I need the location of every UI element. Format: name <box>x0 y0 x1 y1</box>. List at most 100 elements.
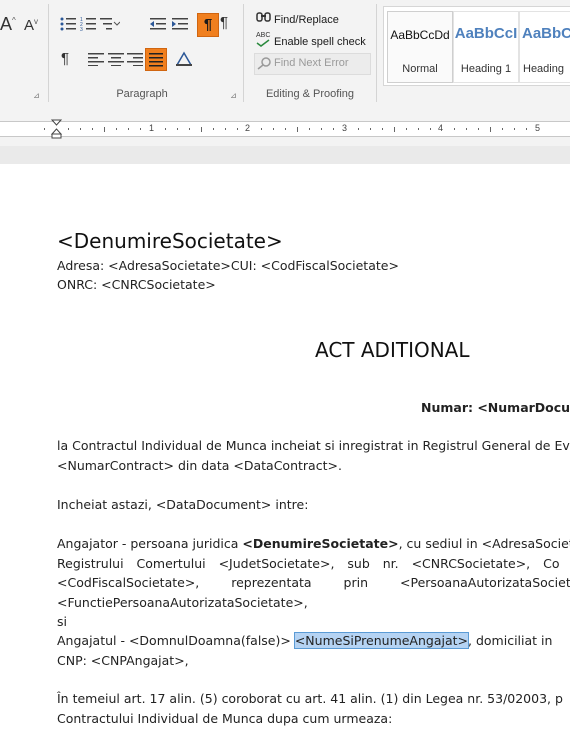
show-formatting-marks-button[interactable]: ¶ <box>197 13 219 37</box>
ruler-tick <box>490 126 492 132</box>
spell-check-icon[interactable]: ABC <box>256 32 270 47</box>
selected-employee-name[interactable]: <NumeSiPrenumeAngajat> <box>293 632 470 649</box>
style-sample: AaBbCcDd <box>390 28 450 42</box>
justify-button[interactable] <box>145 48 167 71</box>
numbering-icon[interactable]: 123 <box>80 16 96 32</box>
page-gap <box>0 146 570 165</box>
ruler-tick <box>140 128 142 130</box>
ruler-tick <box>454 128 456 130</box>
document-number: Numar: <NumarDocume <box>421 400 570 415</box>
align-right-icon[interactable] <box>127 52 143 66</box>
ruler-tick <box>357 128 359 130</box>
ruler-tick <box>236 128 238 130</box>
style-name: Heading 1 <box>460 63 512 75</box>
font-dialog-launcher-icon[interactable]: ⊿ <box>32 91 41 100</box>
paragraph-line: În temeiul art. 17 alin. (5) coroborat c… <box>57 691 563 706</box>
paragraph-line: <FunctiePersoanaAutorizataSocietate>, <box>57 595 308 610</box>
ruler-tick <box>164 128 166 130</box>
paragraph-line: Contractului Individual de Munca dupa cu… <box>57 711 393 726</box>
ruler-tick <box>104 126 106 132</box>
ruler-track: 1 2 3 4 5 <box>0 121 570 137</box>
ruler-tick <box>92 128 94 130</box>
pilcrow-dropdown-icon[interactable]: ¶ <box>220 14 228 31</box>
ruler-tick <box>333 128 335 130</box>
text-run: Angajator - persoana juridica <box>57 536 243 551</box>
style-heading-1[interactable]: AaBbCcI Heading 1 <box>453 11 519 83</box>
ruler-tick <box>176 128 178 130</box>
ribbon-separator <box>376 4 377 102</box>
ruler-tick <box>188 128 190 130</box>
grow-font-button[interactable]: A^ <box>0 14 16 35</box>
style-normal[interactable]: AaBbCcDd Normal <box>387 11 453 83</box>
multilevel-list-icon[interactable] <box>100 16 120 32</box>
pilcrow-alt-label: ¶ <box>220 14 229 31</box>
ruler-tick <box>261 128 263 130</box>
ruler-number: 4 <box>438 123 444 133</box>
find-next-error-label: Find Next Error <box>274 57 349 69</box>
paragraph-mark-icon[interactable]: ¶ <box>61 50 69 67</box>
document-title: ACT ADITIONAL <box>315 338 470 362</box>
paragraph-line: si <box>57 614 67 629</box>
first-line-indent-marker-icon[interactable] <box>51 119 62 139</box>
text-run: , domiciliat in <box>468 633 553 648</box>
enable-spell-check-button[interactable]: Enable spell check <box>274 36 366 48</box>
shrink-font-label: A <box>24 17 35 34</box>
onrc-line: ONRC: <CNRCSocietate> <box>57 277 216 292</box>
ruler-tick <box>393 126 395 132</box>
align-left-icon[interactable] <box>88 52 104 66</box>
paragraph-line: <NumarContract> din data <DataContract>. <box>57 458 342 473</box>
ribbon-separator <box>243 4 244 102</box>
paragraph-dialog-launcher-icon[interactable]: ⊿ <box>229 91 238 100</box>
paragraph-line: Angajator - persoana juridica <DenumireS… <box>57 536 570 551</box>
paragraph-line: Registrului Comertului <JudetSocietate>,… <box>57 556 560 571</box>
paragraph-mark-label: ¶ <box>61 50 70 67</box>
company-name-bold: <DenumireSocietate> <box>242 536 399 551</box>
ruler-tick <box>212 128 214 130</box>
ruler-tick <box>273 128 275 130</box>
paragraph-line: Angajatul - <DomnulDoamna(false)> <NumeS… <box>57 632 553 649</box>
find-replace-button[interactable]: Find/Replace <box>274 14 339 26</box>
style-heading-2[interactable]: AaBbCc Heading <box>519 11 570 83</box>
ruler-tick <box>285 128 287 130</box>
paragraph-line: <CodFiscalSocietate>, reprezentata prin … <box>57 575 570 590</box>
ruler-tick <box>466 128 468 130</box>
increase-indent-icon[interactable] <box>172 16 188 32</box>
svg-text:3: 3 <box>80 27 83 32</box>
style-sample: AaBbCcI <box>454 25 518 42</box>
ruler-tick <box>417 128 419 130</box>
address-line: Adresa: <AdresaSocietate>CUI: <CodFiscal… <box>57 258 399 273</box>
ruler-number: 3 <box>342 123 348 133</box>
magnifier-icon <box>257 56 273 70</box>
shrink-font-button[interactable]: Av <box>24 17 38 34</box>
ruler-tick <box>43 128 45 130</box>
ruler-tick <box>478 128 480 130</box>
ribbon: A^ Av 123 ¶ ¶ ¶ Paragraph ⊿ ⊿ Find/Repla… <box>0 0 570 107</box>
ruler-tick <box>526 128 528 130</box>
company-heading: <DenumireSocietate> <box>57 229 283 253</box>
spell-check-badge: ABC <box>256 32 271 39</box>
ruler-tick <box>200 126 202 132</box>
styles-gallery: AaBbCcDd Normal AaBbCcI Heading 1 AaBbCc… <box>383 6 570 86</box>
paragraph-settings-icon[interactable] <box>174 50 194 68</box>
text-run: , cu sediul in <AdresaSociet <box>398 536 570 551</box>
editing-group-label: Editing & Proofing <box>265 88 355 100</box>
pilcrow-icon: ¶ <box>203 16 213 33</box>
ruler-tick <box>128 128 130 130</box>
style-name: Heading <box>523 63 564 75</box>
ruler-number: 5 <box>535 123 541 133</box>
find-replace-icon[interactable] <box>256 10 272 26</box>
align-center-icon[interactable] <box>108 52 124 66</box>
ruler-number: 2 <box>245 123 251 133</box>
ruler-tick <box>321 128 323 130</box>
horizontal-ruler[interactable]: 1 2 3 4 5 <box>0 106 570 147</box>
text-run: Angajatul - <DomnulDoamna(false)> <box>57 633 295 648</box>
document-page[interactable]: <DenumireSocietate> Adresa: <AdresaSocie… <box>0 164 570 750</box>
style-sample: AaBbCc <box>522 25 570 42</box>
decrease-indent-icon[interactable] <box>150 16 166 32</box>
ruler-tick <box>224 128 226 130</box>
grow-font-label: A <box>0 14 13 34</box>
ruler-tick <box>429 128 431 130</box>
ribbon-separator <box>48 4 49 102</box>
style-name: Normal <box>402 63 438 75</box>
bullets-icon[interactable] <box>60 16 76 32</box>
